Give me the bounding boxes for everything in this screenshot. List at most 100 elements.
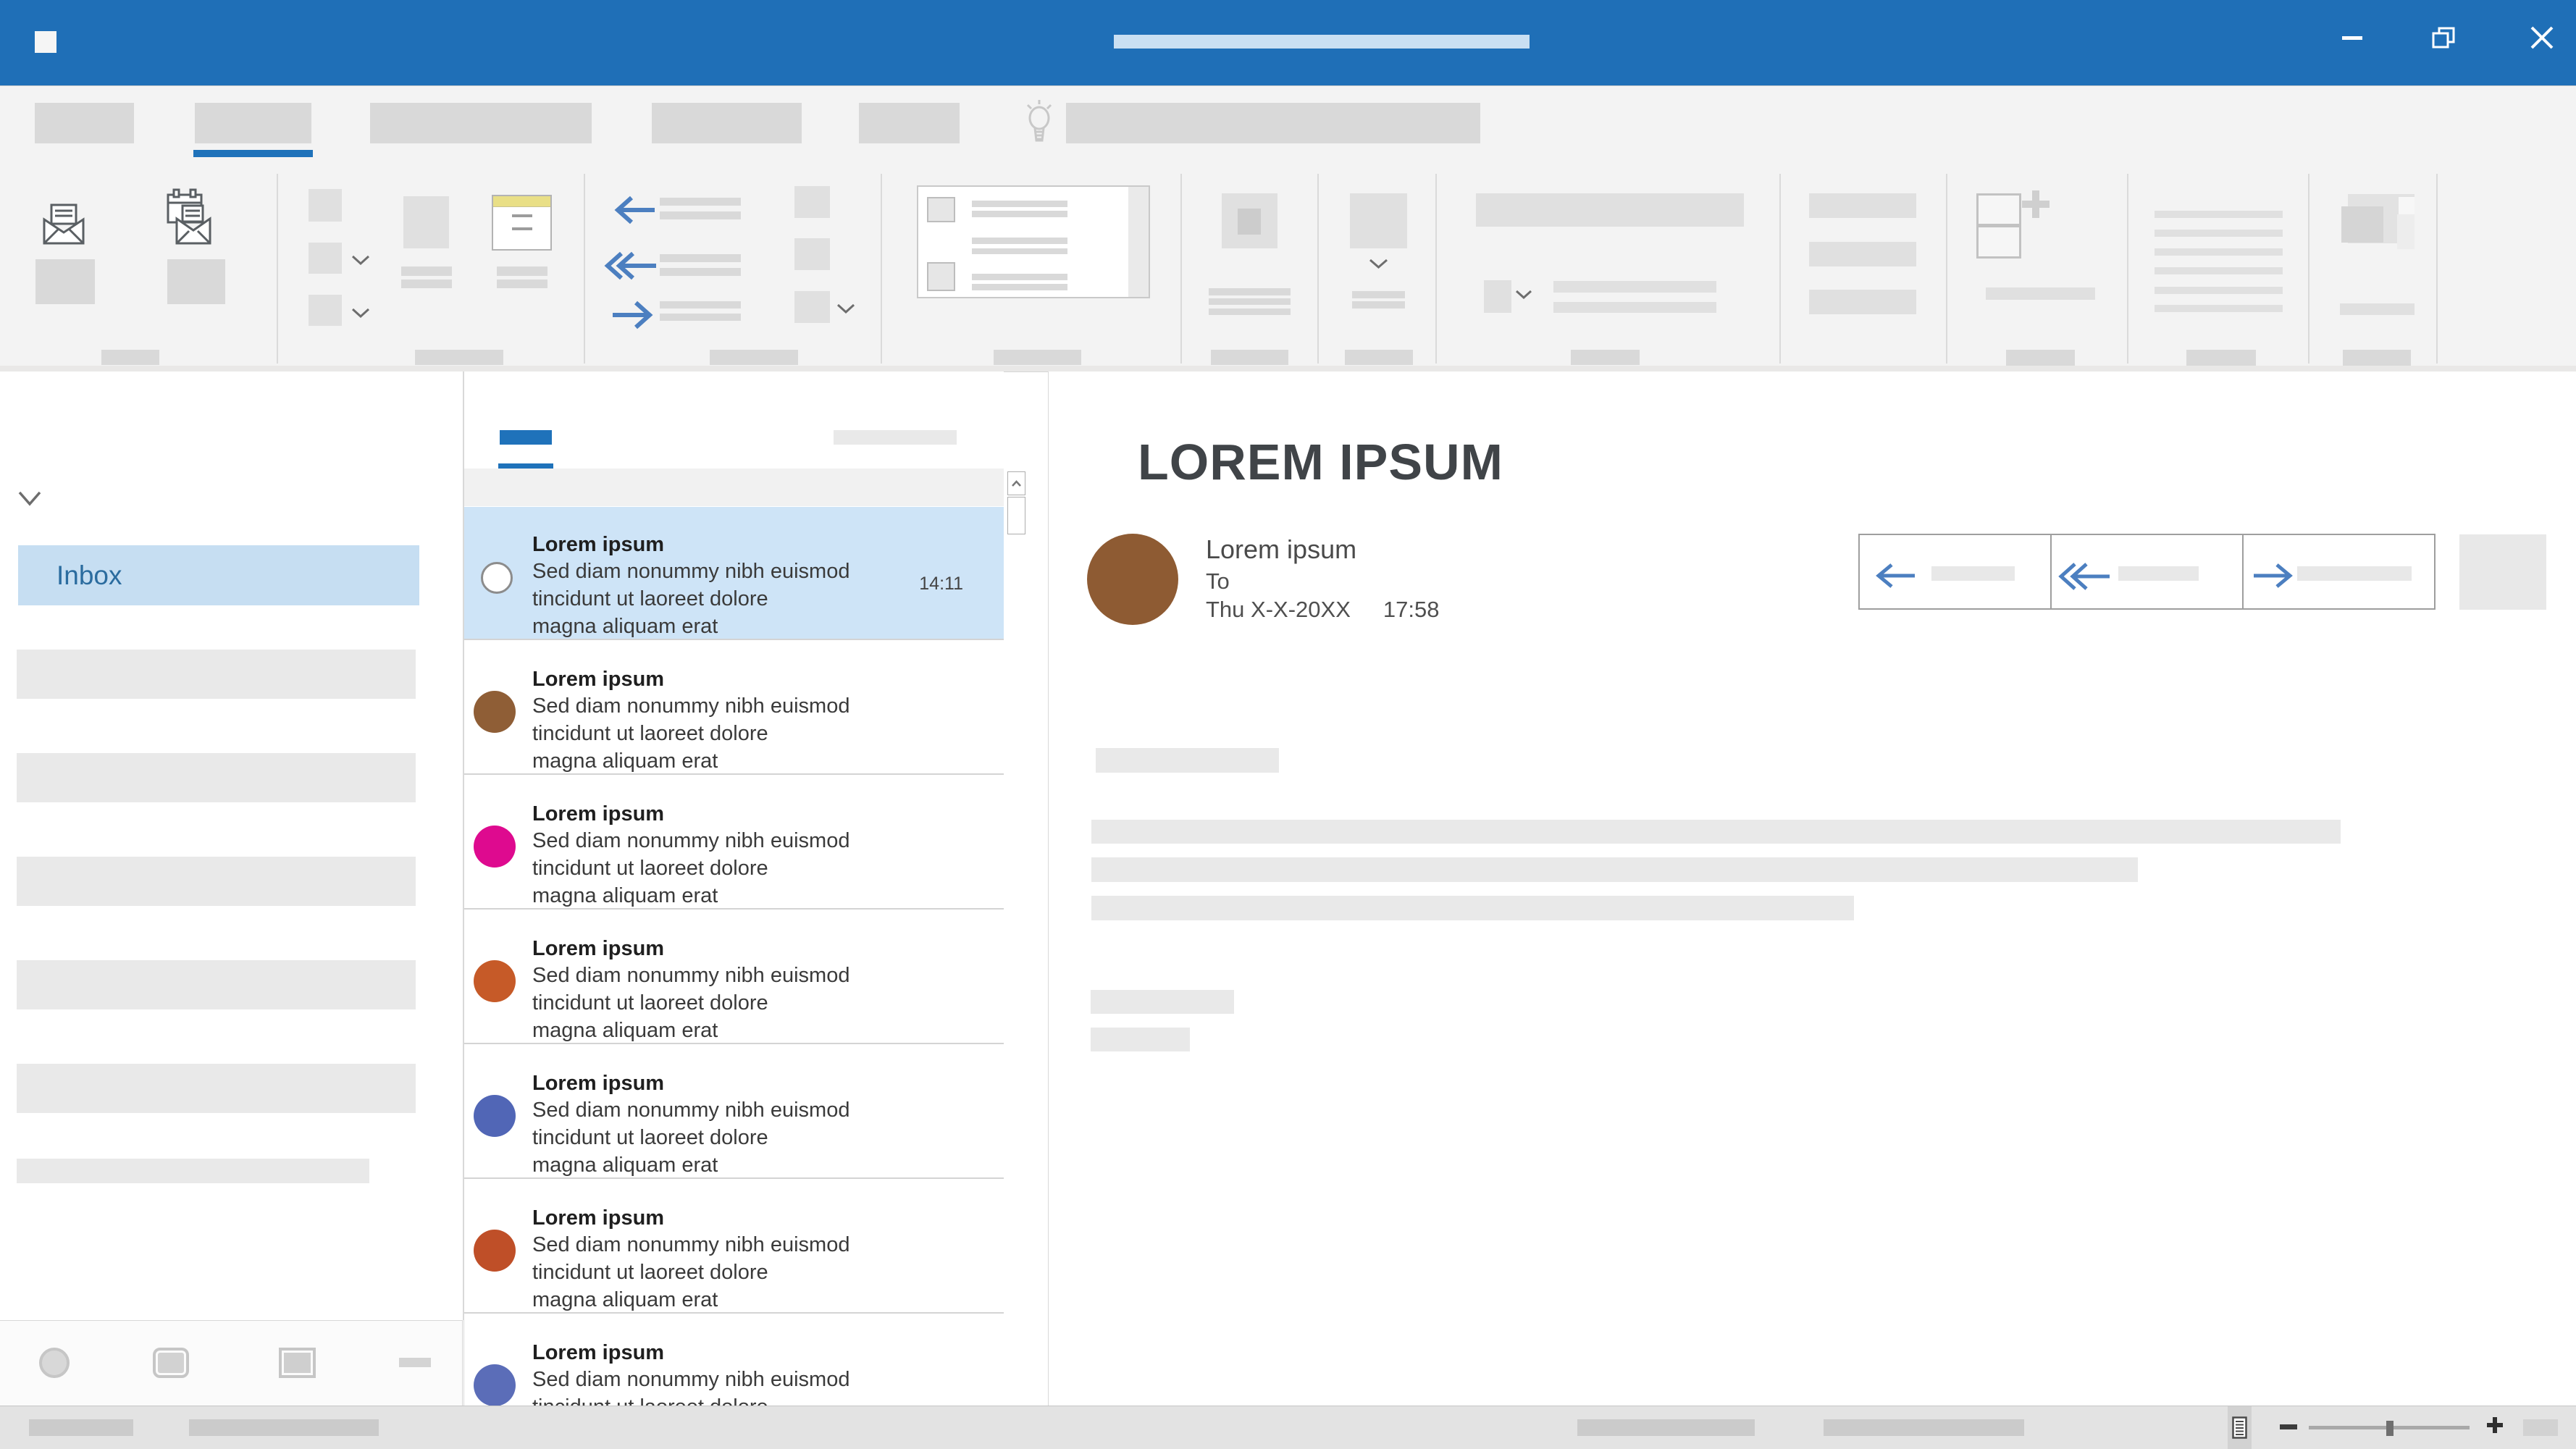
status-bar [0,1406,2576,1449]
nav-people-icon[interactable] [279,1348,316,1378]
respond-extra-placeholder[interactable] [794,238,830,270]
button-caption-bar [1209,298,1291,305]
chevron-down-icon[interactable] [836,303,855,314]
message-subject: Lorem ipsum [532,1206,664,1230]
chevron-down-icon[interactable] [351,255,370,266]
small-button-placeholder[interactable] [309,295,342,326]
nav-more-icon[interactable] [399,1358,431,1367]
zoom-slider-thumb[interactable] [2386,1421,2394,1436]
plus-icon [2032,190,2039,218]
zoom-level-placeholder[interactable] [2523,1419,2558,1436]
tell-me-lightbulb-icon[interactable] [1023,98,1056,146]
group-label-rules [1345,350,1413,365]
body-text-bar [1091,857,2138,882]
rules-button-placeholder[interactable] [1350,193,1407,248]
tag-button-placeholder[interactable] [1484,280,1511,313]
tag-text-bar [1553,281,1716,293]
command-bar-placeholder[interactable] [1809,193,1916,218]
message-list-item[interactable]: Lorem ipsum Sed diam nonummy nibh euismo… [464,642,1004,775]
small-button-placeholder[interactable] [309,243,342,274]
gallery-scroll-strip[interactable] [1128,187,1149,297]
group-label-new [101,350,159,365]
delete-button-placeholder[interactable] [403,196,449,248]
folder-pane: Inbox [0,371,463,1320]
forward-icon[interactable] [611,300,656,330]
folder-item-placeholder[interactable] [17,650,416,699]
reply-icon[interactable] [611,195,656,225]
new-items-icon[interactable] [164,188,214,246]
nav-calendar-icon[interactable] [153,1348,189,1378]
recipient-line: To [1206,568,1230,595]
sticky-note-icon[interactable] [492,195,552,251]
minimize-button[interactable] [2328,16,2377,59]
message-list-item[interactable]: Lorem ipsum Sed diam nonummy nibh euismo… [464,1180,1004,1314]
group-label-move [1211,350,1288,365]
command-bar-placeholder[interactable] [1809,242,1916,266]
list-sort-filter-placeholder[interactable] [834,430,957,445]
status-item-placeholder [189,1419,379,1436]
restore-button[interactable] [2419,16,2468,59]
folder-item-placeholder-small[interactable] [17,1159,369,1183]
scrollbar-up-button[interactable] [1007,471,1025,495]
message-list: Lorem ipsum Sed diam nonummy nibh euismo… [463,371,1004,1406]
group-label-respond [710,350,798,365]
message-subject: Lorem ipsum [532,802,664,826]
new-email-label-placeholder[interactable] [35,259,95,304]
reading-view-button[interactable] [2228,1406,2252,1449]
list-tab-focused[interactable] [500,430,552,445]
chevron-down-icon[interactable] [351,308,370,319]
group-icon-bottom[interactable] [1976,225,2021,259]
reply-label-bar [660,198,741,206]
forward-button[interactable] [2244,535,2434,608]
minimize-icon [2342,36,2362,40]
chevron-down-icon[interactable] [1515,290,1532,300]
group-icon-top[interactable] [1976,193,2021,226]
move-button-placeholder[interactable] [1222,193,1277,248]
zoom-out-button[interactable] [2280,1424,2297,1429]
tell-me-search-placeholder[interactable] [1066,103,1480,143]
folder-item-placeholder[interactable] [17,857,416,906]
sender-avatar [474,826,516,868]
folder-item-placeholder[interactable] [17,753,416,802]
ribbon-tab-2[interactable] [370,103,592,143]
message-list-item[interactable]: Lorem ipsum Sed diam nonummy nibh euismo… [464,1046,1004,1179]
zoom-in-button[interactable] [2485,1416,2504,1435]
quick-step-text-bar [972,211,1067,217]
command-bar-placeholder[interactable] [1809,290,1916,314]
scrollbar-thumb[interactable] [1007,497,1025,534]
message-list-item[interactable]: Lorem ipsum Sed diam nonummy nibh euismo… [464,507,1004,640]
message-subject: Lorem ipsum [532,1072,664,1096]
quick-steps-gallery[interactable] [917,185,1150,298]
close-button[interactable] [2517,16,2567,59]
ribbon-tab-3[interactable] [652,103,802,143]
more-actions-placeholder[interactable] [2459,534,2546,610]
group-label-tags [1571,350,1640,365]
folder-item-inbox[interactable]: Inbox [18,545,419,605]
new-email-icon[interactable] [42,203,85,245]
nav-mail-icon[interactable] [39,1348,70,1378]
message-list-item[interactable]: Lorem ipsum Sed diam nonummy nibh euismo… [464,911,1004,1044]
folders-expand-chevron-icon[interactable] [18,491,41,508]
ribbon-separator [584,174,585,364]
ribbon-tab-file[interactable] [35,103,134,143]
reply-button[interactable] [1860,535,2052,608]
tags-wide-placeholder[interactable] [1476,193,1744,227]
ribbon-tab-4[interactable] [859,103,960,143]
reply-all-button[interactable] [2052,535,2244,608]
folder-item-placeholder[interactable] [17,1064,416,1113]
chevron-down-icon[interactable] [1369,259,1388,269]
respond-extra-placeholder[interactable] [794,291,830,323]
new-items-label-placeholder[interactable] [167,259,225,304]
folder-item-placeholder[interactable] [17,960,416,1009]
text-line-bar [2155,305,2283,312]
sender-avatar [474,1230,516,1272]
ribbon-separator [1435,174,1437,364]
respond-extra-placeholder[interactable] [794,186,830,218]
small-button-placeholder[interactable] [309,189,342,222]
message-list-item[interactable]: Lorem ipsum Sed diam nonummy nibh euismo… [464,776,1004,910]
message-list-item[interactable]: Lorem ipsum Sed diam nonummy nibh euismo… [464,1315,1004,1406]
reply-all-icon[interactable] [604,251,658,281]
group-label-find [2186,350,2256,366]
reading-avatar [1087,534,1178,625]
ribbon-tab-home-active[interactable] [195,103,311,143]
